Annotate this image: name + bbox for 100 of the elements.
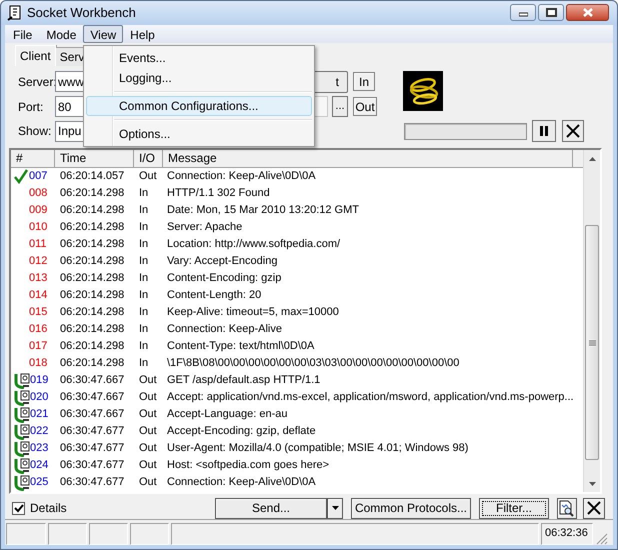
table-cell-text: 06:30:47.667	[59, 373, 126, 388]
table-cell-text: 06:30:47.677	[59, 475, 126, 490]
menu-item[interactable]: File	[6, 24, 40, 43]
table-cell-text: Out	[138, 458, 158, 474]
preview-button[interactable]	[557, 498, 577, 518]
send-button[interactable]: Send...	[215, 498, 327, 518]
server-label: Server:	[17, 74, 55, 90]
close-icon	[587, 501, 601, 515]
table-cell-text: Keep-Alive: timeout=5, max=10000	[166, 305, 339, 320]
row-number: 007	[29, 169, 48, 184]
menu-item[interactable]: Help	[123, 24, 162, 43]
table-cell-text: In	[138, 186, 150, 202]
document-search-icon	[559, 500, 575, 516]
table-cell-text: 06:20:14.298	[59, 322, 126, 338]
table-cell-text: Out	[138, 390, 158, 406]
table-cell-text: 06:20:14.298	[59, 220, 126, 236]
menu-item[interactable]: Options...	[86, 124, 312, 144]
table-cell-text: Content-Type: text/html\0D\0A	[166, 339, 314, 354]
common-protocols-button[interactable]: Common Protocols...	[351, 498, 471, 518]
table-cell-text: In	[138, 271, 150, 286]
browse-button[interactable]: ...	[332, 96, 348, 117]
plug-icon	[13, 390, 30, 406]
menu-item[interactable]: View	[83, 24, 124, 43]
table-cell-text: 06:20:14.298	[59, 186, 126, 202]
row-number: 015	[29, 305, 48, 320]
column-header[interactable]: I/O	[134, 150, 163, 167]
send-dropdown-button[interactable]	[327, 498, 343, 518]
details-checkbox[interactable]	[12, 502, 25, 514]
plug-icon	[13, 440, 30, 456]
tab[interactable]: Client	[15, 45, 56, 66]
row-number: 017	[29, 339, 48, 354]
maximize-icon	[546, 8, 556, 18]
row-number: 024	[30, 458, 48, 474]
filter-button[interactable]: Filter...	[479, 498, 549, 518]
table-cell-text: Out	[138, 169, 158, 184]
table-cell-text: Date: Mon, 15 Mar 2010 13:20:12 GMT	[166, 203, 359, 218]
indicator-label: Out	[353, 97, 377, 116]
clear-button[interactable]	[562, 120, 584, 142]
row-number: 023	[30, 441, 48, 456]
caret-icon	[332, 506, 338, 510]
table-cell-text: HTTP/1.1 302 Found	[166, 186, 270, 202]
port-label: Port:	[17, 98, 44, 116]
table-cell-text: Server: Apache	[166, 220, 242, 236]
close-log-button[interactable]	[583, 498, 605, 518]
table-cell-text: Connection: Keep-Alive\0D\0A	[166, 169, 316, 184]
table-cell-text: 06:20:14.057	[59, 169, 126, 184]
pause-icon	[540, 126, 548, 136]
plug-icon	[13, 372, 30, 388]
menu-item[interactable]: Logging...	[86, 68, 312, 88]
table-cell-text: Connection: Keep-Alive\0D\0A	[166, 475, 316, 490]
column-header[interactable]: #	[11, 150, 55, 167]
pause-button[interactable]	[532, 120, 556, 142]
table-cell-text: Out	[138, 407, 158, 422]
menu-item[interactable]: Common Configurations...	[86, 96, 312, 116]
plug-icon	[13, 458, 30, 474]
row-number: 010	[29, 220, 48, 236]
scrollbar[interactable]	[583, 150, 600, 492]
table-cell-text: Out	[138, 373, 158, 388]
table-cell-text: Out	[138, 441, 158, 456]
row-number: 022	[30, 424, 48, 440]
indicator-label: In	[353, 72, 375, 91]
table-cell-text: 06:20:14.298	[59, 203, 126, 218]
table-cell-text: 06:30:47.677	[59, 441, 126, 456]
row-number: 014	[29, 288, 48, 304]
table-cell-text: 06:30:47.667	[59, 407, 126, 422]
row-number: 009	[29, 203, 48, 218]
table-cell-text: In	[138, 288, 150, 304]
arrow-up-icon	[588, 156, 596, 160]
row-number: 008	[29, 186, 48, 202]
column-header[interactable]: Message	[163, 150, 573, 167]
table-cell-text: 06:30:47.667	[59, 390, 126, 406]
table-cell-text: In	[138, 203, 150, 218]
plug-icon	[13, 474, 30, 490]
arrow-down-icon	[588, 482, 596, 486]
plug-icon	[13, 406, 30, 422]
close-icon	[566, 124, 580, 138]
table-cell-text: Connection: Keep-Alive	[166, 322, 282, 338]
checkmark-icon	[14, 504, 24, 512]
table-cell-text: In	[138, 339, 150, 354]
menu-item[interactable]: Mode	[39, 24, 84, 43]
table-cell-text: 06:20:14.298	[59, 305, 126, 320]
close-button[interactable]	[566, 4, 609, 22]
details-label: Details	[30, 500, 67, 517]
plug-icon	[13, 424, 30, 440]
column-header[interactable]: Time	[55, 150, 134, 167]
maximize-button[interactable]	[538, 4, 564, 22]
table-cell-text: Accept-Encoding: gzip, deflate	[166, 424, 316, 440]
table-cell-text: In	[138, 220, 150, 236]
row-number: 019	[30, 373, 48, 388]
table-cell-text: User-Agent: Mozilla/4.0 (compatible; MSIE 4.01; Windows 98)	[166, 441, 468, 456]
table-cell-text: In	[138, 237, 150, 252]
scrollbar-thumb[interactable]	[585, 225, 599, 460]
row-number: 021	[30, 407, 48, 422]
table-cell-text: 06:20:14.298	[59, 271, 126, 286]
table-cell-text: 06:20:14.298	[59, 356, 126, 372]
table-cell-text: 06:20:14.298	[59, 237, 126, 252]
minimize-button[interactable]	[510, 4, 536, 22]
table-cell-text: Accept-Language: en-au	[166, 407, 288, 422]
table-cell-text: Accept: application/vnd.ms-excel, application/msword, application/vnd.ms-powerp...	[166, 390, 574, 406]
grip-icon	[588, 340, 596, 346]
